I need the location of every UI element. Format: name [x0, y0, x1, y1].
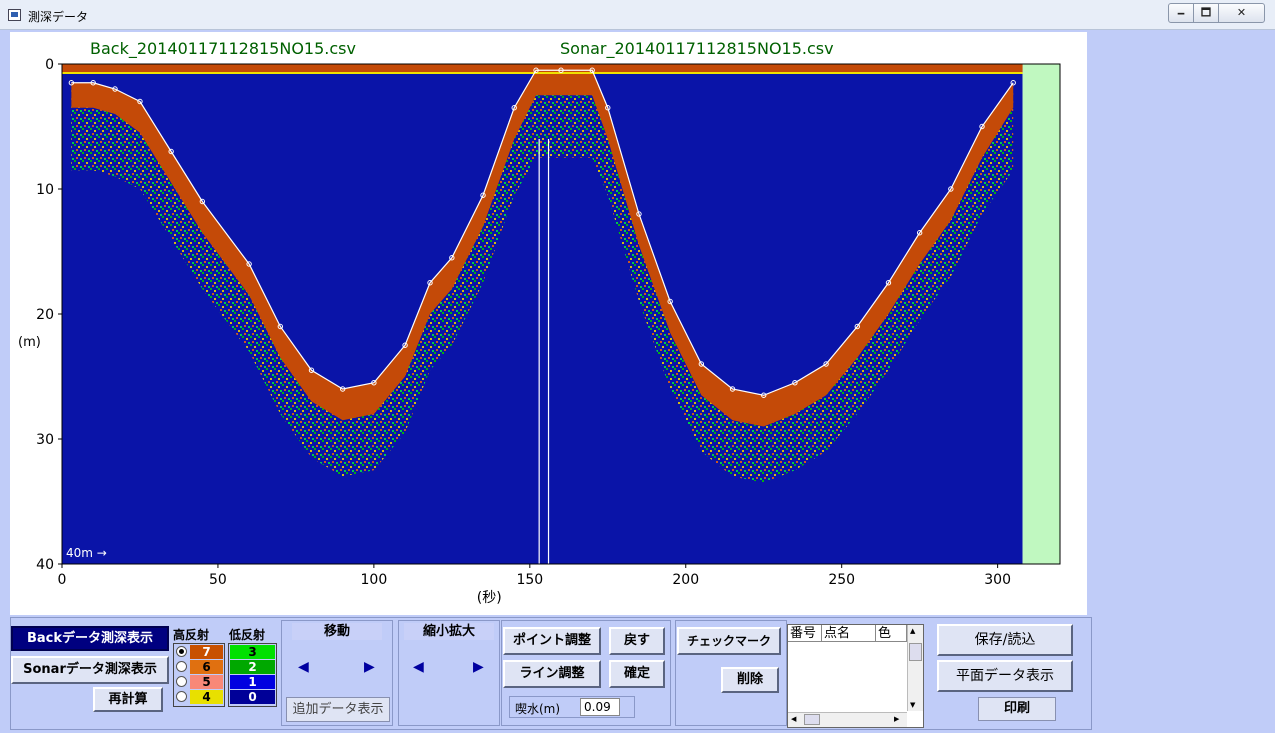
draft-box: 喫水(m) 0.09 [509, 696, 635, 718]
print-button[interactable]: 印刷 [978, 697, 1056, 721]
zoom-in-arrow-icon[interactable]: ▶ [473, 659, 484, 675]
table-header-1: 点名 [822, 625, 876, 642]
scale-note: 40m → [66, 546, 107, 560]
maximize-button[interactable]: 🗖 [1193, 3, 1219, 23]
level-4-radio[interactable] [176, 691, 187, 702]
scroll-right-icon[interactable]: ▶ [894, 715, 899, 723]
scroll-thumb[interactable] [909, 643, 922, 661]
echogram-panel: Back_20140117112815NO15.csv Sonar_201401… [10, 32, 1087, 615]
level-6-radio[interactable] [176, 661, 187, 672]
low-level-1-swatch: 1 [230, 675, 275, 689]
low-level-0-swatch: 0 [230, 690, 275, 704]
confirm-button[interactable]: 確定 [609, 660, 665, 688]
move-right-arrow-icon[interactable]: ▶ [364, 659, 375, 675]
low-level-3-swatch: 3 [230, 645, 275, 659]
scroll-down-icon[interactable]: ▼ [910, 701, 915, 709]
table-horizontal-scrollbar[interactable]: ◀ ▶ [788, 712, 907, 727]
y-tick-label: 0 [45, 57, 54, 73]
close-button[interactable]: ✕ [1218, 3, 1265, 23]
echogram-chart[interactable]: 0102030400 50 100 150 200 250 300(m)(秒)40m → [10, 32, 1087, 615]
zoom-group: 縮小拡大 ◀ ▶ [398, 620, 500, 726]
window-title: 測深データ [28, 10, 89, 24]
recalc-button[interactable]: 再計算 [93, 687, 163, 712]
table-header-2: 色 [876, 625, 907, 642]
high-level-6-swatch: 6 [190, 660, 223, 674]
move-left-arrow-icon[interactable]: ◀ [298, 659, 309, 675]
title-bar: 測深データ 🗕 🗖 ✕ [0, 0, 1275, 30]
low-level-2-swatch: 2 [230, 660, 275, 674]
x-tick-label: 200 [672, 572, 699, 588]
control-panel: Backデータ測深表示 Sonarデータ測深表示 再計算 高反射 低反射 765… [10, 617, 1092, 730]
save-load-button[interactable]: 保存/読込 [937, 624, 1073, 656]
zoom-out-arrow-icon[interactable]: ◀ [413, 659, 424, 675]
back-display-button[interactable]: Backデータ測深表示 [11, 626, 169, 651]
x-tick-label: 100 [361, 572, 388, 588]
surface-echo-band [62, 64, 1023, 73]
move-group: 移動 ◀ ▶ 追加データ表示 [281, 620, 393, 726]
low-reflection-label: 低反射 [229, 628, 266, 642]
high-level-7-swatch: 7 [190, 645, 223, 659]
delete-button[interactable]: 削除 [721, 667, 779, 693]
scroll-up-icon[interactable]: ▲ [910, 627, 915, 635]
plane-data-display-button[interactable]: 平面データ表示 [937, 660, 1073, 692]
draft-input[interactable]: 0.09 [580, 698, 620, 716]
point-adjust-button[interactable]: ポイント調整 [503, 627, 601, 655]
h-scroll-thumb[interactable] [804, 714, 820, 725]
draft-label: 喫水(m) [515, 702, 561, 716]
line-adjust-button[interactable]: ライン調整 [503, 660, 601, 688]
y-tick-label: 20 [36, 307, 54, 323]
scroll-left-icon[interactable]: ◀ [791, 715, 796, 723]
minimize-button[interactable]: 🗕 [1168, 3, 1194, 23]
y-tick-label: 10 [36, 182, 54, 198]
check-mark-button[interactable]: チェックマーク [677, 627, 781, 655]
x-tick-label: 50 [209, 572, 227, 588]
x-tick-label: 150 [516, 572, 543, 588]
back-button[interactable]: 戻す [609, 627, 665, 655]
level-5-radio[interactable] [176, 676, 187, 687]
table-header-0: 番号 [788, 625, 822, 642]
mark-table[interactable]: 番号 点名色 ▲ ▼ ◀ ▶ [787, 624, 924, 728]
x-tick-label: 250 [828, 572, 855, 588]
level-7-radio[interactable] [176, 646, 187, 657]
high-level-4-swatch: 4 [190, 690, 223, 704]
high-reflection-label: 高反射 [173, 628, 210, 642]
reflection-legend: 高反射 低反射 7654 3210 [173, 626, 277, 708]
x-axis-unit: (秒) [477, 590, 502, 606]
table-vertical-scrollbar[interactable]: ▲ ▼ [907, 625, 923, 711]
move-title: 移動 [292, 623, 382, 640]
add-data-display-button[interactable]: 追加データ表示 [286, 697, 390, 722]
y-tick-label: 40 [36, 557, 54, 573]
high-level-5-swatch: 5 [190, 675, 223, 689]
y-axis-unit: (m) [18, 335, 41, 350]
zoom-title: 縮小拡大 [404, 623, 494, 640]
unrecorded-strip [1022, 64, 1060, 564]
x-tick-label: 0 [58, 572, 67, 588]
app-icon [8, 9, 21, 21]
y-tick-label: 30 [36, 432, 54, 448]
x-tick-label: 300 [984, 572, 1011, 588]
sonar-display-button[interactable]: Sonarデータ測深表示 [11, 656, 169, 684]
